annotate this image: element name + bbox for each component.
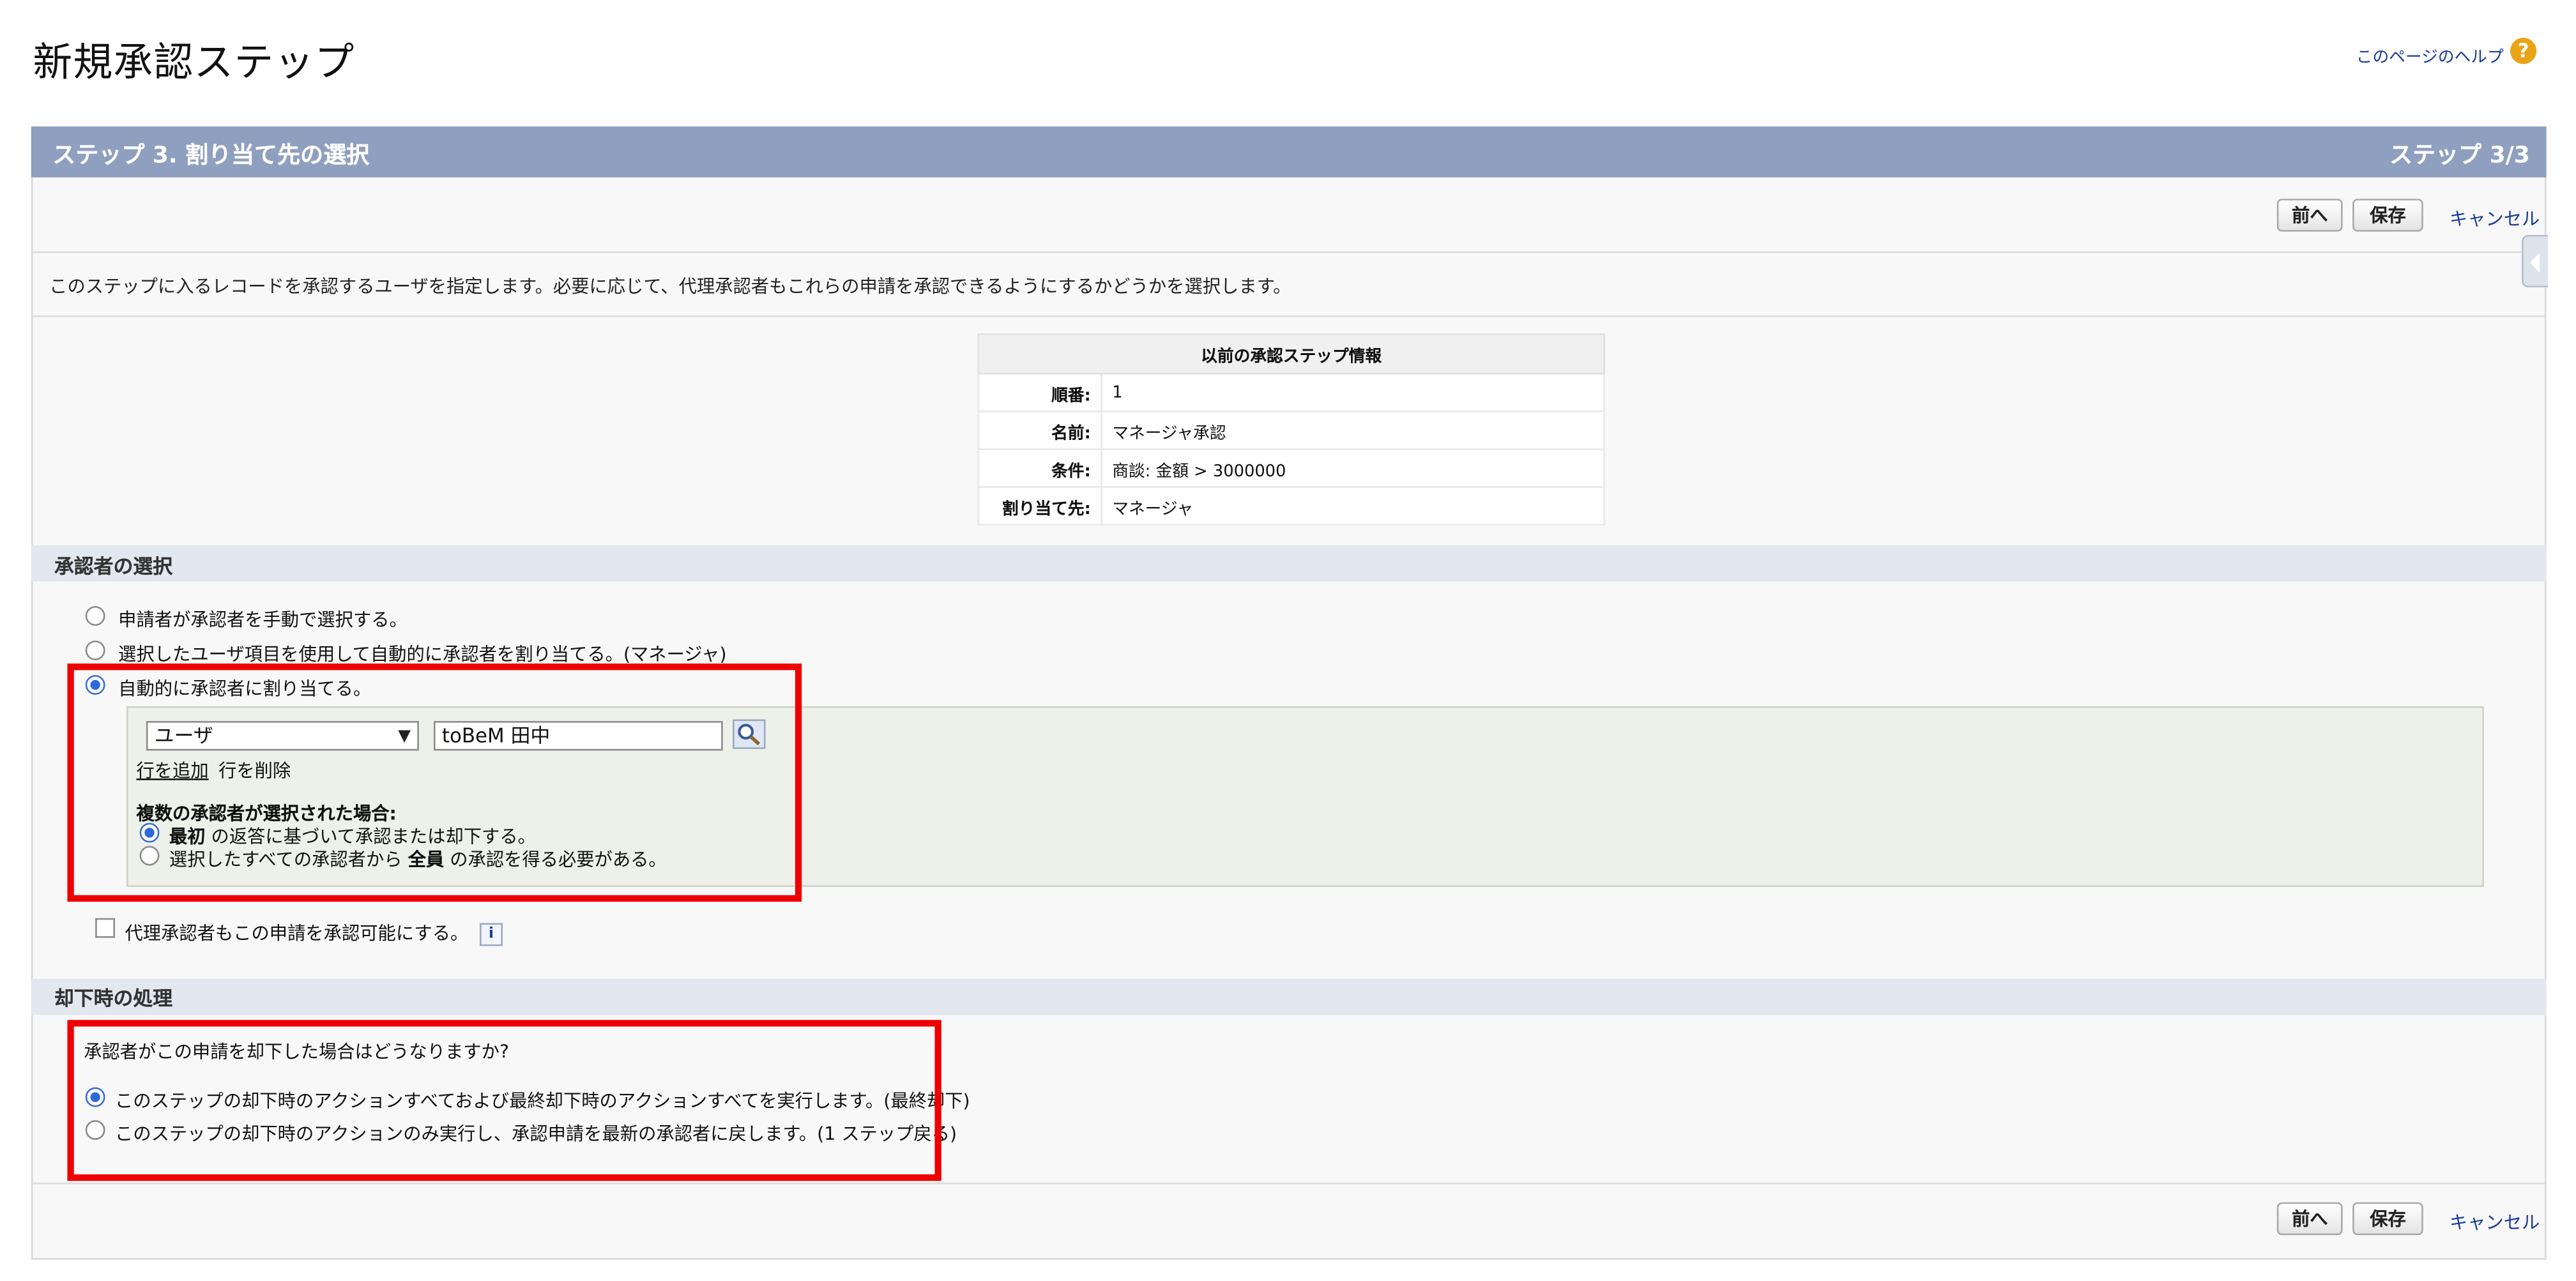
divider xyxy=(33,1182,2545,1185)
approver-section-title: 承認者の選択 xyxy=(54,555,173,579)
row-value: 商談: 金額 > 3000000 xyxy=(1101,448,1605,488)
row-value: マネージャ承認 xyxy=(1101,411,1605,450)
divider xyxy=(33,251,2545,254)
step-header-bar xyxy=(31,126,2547,178)
prev-button-top[interactable]: 前へ xyxy=(2276,199,2343,232)
instruction-text: このステップに入るレコードを承認するユーザを指定します。必要に応じて、代理承認者… xyxy=(49,276,1292,298)
page: 新規承認ステップ このページのヘルプ ? ステップ 3. 割り当て先の選択 ステ… xyxy=(0,0,2576,1281)
approver-section-header xyxy=(31,545,2547,582)
step-counter: ステップ 3/3 xyxy=(2389,142,2530,169)
divider xyxy=(33,315,2545,317)
option-manual-select-label: 申請者が承認者を手動で選択する。 xyxy=(118,609,408,631)
delegate-checkbox[interactable] xyxy=(95,918,116,938)
radio-manual-select[interactable] xyxy=(85,606,105,626)
radio-user-field[interactable] xyxy=(85,640,105,660)
cancel-link-top[interactable]: キャンセル xyxy=(2450,206,2540,232)
sidebar-toggle-icon[interactable] xyxy=(2522,234,2549,288)
delegate-label: 代理承認者もこの申請を承認可能にする。 xyxy=(125,923,469,944)
info-icon[interactable]: i xyxy=(480,923,503,946)
prev-button-bottom[interactable]: 前へ xyxy=(2276,1202,2343,1236)
row-value: 1 xyxy=(1101,372,1605,413)
cancel-link-bottom[interactable]: キャンセル xyxy=(2450,1209,2540,1235)
help-link[interactable]: このページのヘルプ xyxy=(2356,43,2504,67)
help-icon[interactable]: ? xyxy=(2510,38,2537,64)
table-row: 順番: 1 xyxy=(977,372,1605,413)
table-row: 条件: 商談: 金額 > 3000000 xyxy=(977,448,1605,488)
step-title: ステップ 3. 割り当て先の選択 xyxy=(52,142,370,169)
save-button-top[interactable]: 保存 xyxy=(2352,199,2423,232)
table-row: 名前: マネージャ承認 xyxy=(977,411,1605,450)
option-user-field-label: 選択したユーザ項目を使用して自動的に承認者を割り当てる。(マネージャ) xyxy=(118,644,727,665)
highlight-frame-approver xyxy=(67,663,802,902)
row-label: 条件: xyxy=(977,448,1102,488)
row-label: 割り当て先: xyxy=(977,486,1102,526)
highlight-frame-reject xyxy=(67,1020,941,1181)
table-row: 割り当て先: マネージャ xyxy=(977,486,1605,526)
row-label: 名前: xyxy=(977,411,1102,450)
row-value: マネージャ xyxy=(1101,486,1605,526)
row-label: 順番: xyxy=(977,372,1102,413)
save-button-bottom[interactable]: 保存 xyxy=(2352,1202,2423,1236)
reject-section-title: 却下時の処理 xyxy=(54,987,173,1010)
reject-section-header xyxy=(31,978,2547,1015)
previous-step-heading: 以前の承認ステップ情報 xyxy=(977,333,1605,375)
previous-step-table: 以前の承認ステップ情報 順番: 1 名前: マネージャ承認 条件: 商談: 金額… xyxy=(977,333,1605,526)
page-title: 新規承認ステップ xyxy=(33,39,355,86)
